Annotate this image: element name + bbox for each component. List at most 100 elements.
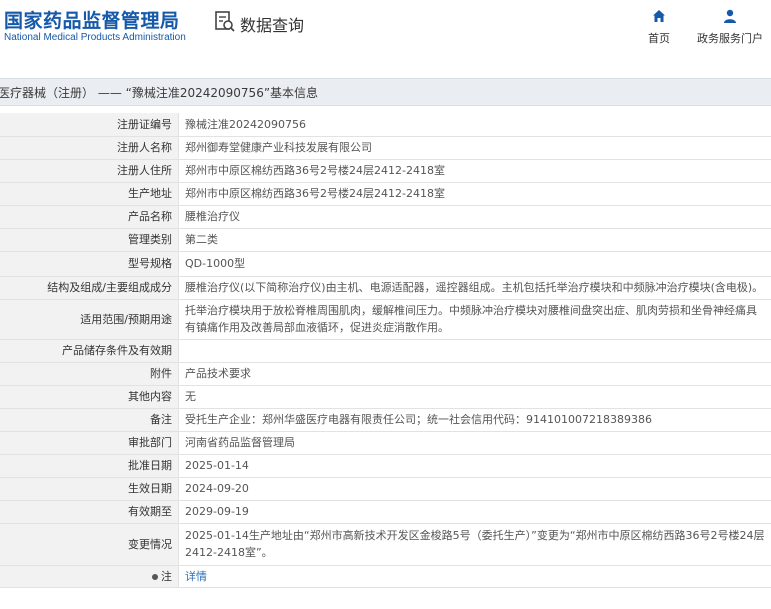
field-value: 2024-09-20	[178, 477, 771, 501]
table-row: 其他内容无	[0, 385, 771, 409]
field-label-text: 注册人名称	[117, 141, 172, 154]
field-label-text: 有效期至	[128, 505, 172, 518]
table-row: 变更情况 2025-01-14生产地址由“郑州市高新技术开发区金梭路5号（委托生产…	[0, 523, 771, 566]
table-row: 审批部门 河南省药品监督管理局	[0, 431, 771, 455]
data-query-link[interactable]: 数据查询	[214, 10, 304, 38]
search-document-icon	[214, 10, 236, 38]
table-row: 批准日期 2025-01-14	[0, 454, 771, 478]
table-row: 附件 产品技术要求	[0, 362, 771, 386]
field-label-text: 变更情况	[128, 537, 172, 551]
field-label: 生产地址	[0, 182, 179, 206]
site-header: 国家药品监督管理局 National Medical Products Admi…	[0, 0, 771, 74]
field-value-text: 第二类	[185, 233, 218, 246]
field-label: 注	[0, 565, 179, 588]
field-value: 2025-01-14生产地址由“郑州市高新技术开发区金梭路5号（委托生产）”变更…	[178, 523, 771, 566]
field-value-text: 腰椎治疗仪(以下简称治疗仪)由主机、电源适配器，遥控器组成。主机包括托举治疗模块…	[185, 281, 764, 294]
field-label-text: 注册证编号	[117, 117, 172, 131]
field-value: QD-1000型	[178, 251, 771, 277]
field-label: 生效日期	[0, 477, 179, 501]
field-value: 2025-01-14	[178, 454, 771, 478]
field-value: 2029-09-19	[178, 500, 771, 524]
field-value-text: 2025-01-14生产地址由“郑州市高新技术开发区金梭路5号（委托生产）”变更…	[185, 529, 765, 559]
field-label: 批准日期	[0, 454, 179, 478]
table-row: 适用范围/预期用途 托举治疗模块用于放松脊椎周围肌肉，缓解椎间压力。中频脉冲治疗模…	[0, 299, 771, 340]
table-row: 生效日期 2024-09-20	[0, 477, 771, 501]
field-label: 注册人住所	[0, 159, 179, 183]
field-label: 产品储存条件及有效期	[0, 339, 179, 363]
data-query-label: 数据查询	[240, 16, 305, 35]
field-value	[178, 339, 771, 363]
field-label-text: 备注	[150, 413, 172, 426]
field-value-text: 郑州御寿堂健康产业科技发展有限公司	[185, 141, 372, 154]
field-label-text: 生产地址	[128, 187, 172, 200]
field-label: 管理类别	[0, 228, 179, 252]
site-logo-subtitle[interactable]: National Medical Products Administration	[4, 32, 186, 43]
field-label-text: 生效日期	[128, 482, 172, 495]
field-label: 其他内容	[0, 385, 179, 409]
page-title: 医疗器械（注册） —— “豫械注准20242090756”基本信息	[0, 86, 319, 100]
field-label-text: 审批部门	[128, 436, 172, 449]
field-label-text: 注	[161, 569, 172, 583]
field-label: 型号规格	[0, 251, 179, 277]
field-value: 托举治疗模块用于放松脊椎周围肌肉，缓解椎间压力。中频脉冲治疗模块对腰椎间盘突出症…	[178, 299, 771, 340]
field-label-text: 批准日期	[128, 459, 172, 472]
field-label-text: 其他内容	[128, 390, 172, 403]
field-value: 郑州市中原区棉纺西路36号2号楼24层2412-2418室	[178, 159, 771, 183]
nav-home-label: 首页	[648, 32, 670, 45]
field-label: 变更情况	[0, 523, 179, 566]
field-value: 受托生产企业：郑州华盛医疗电器有限责任公司；统一社会信用代码：914101007…	[178, 408, 771, 432]
field-value-text: QD-1000型	[185, 257, 246, 270]
field-label: 备注	[0, 408, 179, 432]
table-row: 管理类别 第二类	[0, 228, 771, 252]
field-label: 附件	[0, 362, 179, 386]
field-label-text: 适用范围/预期用途	[80, 312, 172, 326]
table-row: 注详情	[0, 565, 771, 588]
field-value: 腰椎治疗仪	[178, 205, 771, 229]
field-label-text: 附件	[150, 367, 172, 380]
field-label: 注册人名称	[0, 136, 179, 160]
nav-service-portal[interactable]: 政务服务门户	[697, 8, 763, 46]
field-value-text: 无	[185, 390, 196, 403]
table-row: 有效期至 2029-09-19	[0, 500, 771, 524]
table-row: 注册证编号 豫械注准20242090756	[0, 113, 771, 137]
field-label-text: 型号规格	[128, 257, 172, 270]
field-value-text: 豫械注准20242090756	[185, 117, 306, 131]
field-value: 郑州御寿堂健康产业科技发展有限公司	[178, 136, 771, 160]
user-icon	[723, 8, 737, 27]
bullet-icon	[151, 570, 161, 583]
field-label-text: 产品储存条件及有效期	[62, 344, 172, 357]
registration-info-table: 注册证编号 豫械注准20242090756 注册人名称 郑州御寿堂健康产业科技发展有限…	[0, 113, 771, 588]
field-value-text: 受托生产企业：郑州华盛医疗电器有限责任公司；统一社会信用代码：914101007…	[185, 413, 652, 426]
field-value-text: 2024-09-20	[185, 482, 249, 495]
field-value: 郑州市中原区棉纺西路36号2号楼24层2412-2418室	[178, 182, 771, 206]
table-row: 结构及组成/主要组成成分 腰椎治疗仪(以下简称治疗仪)由主机、电源适配器，遥控器组…	[0, 276, 771, 300]
table-row: 备注 受托生产企业：郑州华盛医疗电器有限责任公司；统一社会信用代码：9141010…	[0, 408, 771, 432]
field-label: 产品名称	[0, 205, 179, 229]
field-value: 腰椎治疗仪(以下简称治疗仪)由主机、电源适配器，遥控器组成。主机包括托举治疗模块…	[178, 276, 771, 300]
table-row: 产品储存条件及有效期	[0, 339, 771, 363]
field-label-text: 产品名称	[128, 210, 172, 223]
details-link[interactable]: 详情	[185, 570, 207, 583]
field-value-text: 2025-01-14	[185, 459, 249, 472]
field-label: 结构及组成/主要组成成分	[0, 276, 179, 300]
table-row: 注册人名称 郑州御寿堂健康产业科技发展有限公司	[0, 136, 771, 160]
field-label: 注册证编号	[0, 113, 179, 137]
field-value: 河南省药品监督管理局	[178, 431, 771, 455]
field-value-text: 产品技术要求	[185, 367, 251, 380]
field-label-text: 结构及组成/主要组成成分	[47, 281, 172, 294]
field-label-text: 注册人住所	[117, 164, 172, 177]
nav-home[interactable]: 首页	[644, 8, 674, 46]
field-value-text: 托举治疗模块用于放松脊椎周围肌肉，缓解椎间压力。中频脉冲治疗模块对腰椎间盘突出症…	[185, 304, 757, 334]
field-value: 产品技术要求	[178, 362, 771, 386]
table-row: 产品名称 腰椎治疗仪	[0, 205, 771, 229]
field-value[interactable]: 详情	[178, 565, 771, 588]
record-title-bar: 医疗器械（注册） —— “豫械注准20242090756”基本信息	[0, 78, 771, 106]
table-row: 生产地址 郑州市中原区棉纺西路36号2号楼24层2412-2418室	[0, 182, 771, 206]
field-value: 第二类	[178, 228, 771, 252]
site-logo-title[interactable]: 国家药品监督管理局	[4, 6, 180, 33]
field-label: 审批部门	[0, 431, 179, 455]
home-icon	[652, 8, 666, 27]
table-row: 型号规格 QD-1000型	[0, 251, 771, 277]
field-label: 适用范围/预期用途	[0, 299, 179, 340]
field-value-text: 腰椎治疗仪	[185, 210, 240, 223]
